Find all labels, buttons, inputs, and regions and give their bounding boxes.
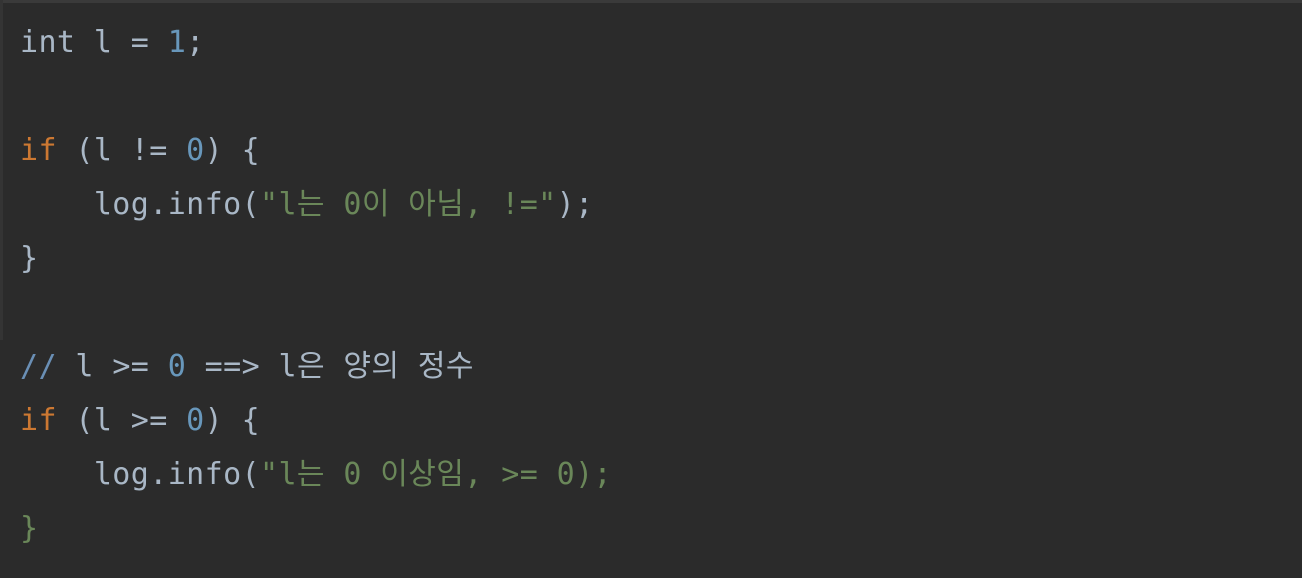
token-comment: //: [20, 349, 57, 384]
token-plain: ) {: [204, 403, 261, 438]
token-plain: (l >=: [56, 403, 187, 438]
token-number: 1: [167, 25, 187, 60]
token-string: "l는 0 이상임, >= 0);: [260, 457, 612, 492]
code-line-1[interactable]: int l = 1;: [20, 16, 1302, 70]
code-line-10[interactable]: }: [20, 502, 1302, 556]
token-plain: int l =: [20, 25, 168, 60]
token-keyword: if: [20, 133, 57, 168]
token-number: 0: [186, 133, 205, 168]
token-plain: log.info(: [20, 457, 260, 492]
code-line-7[interactable]: // l >= 0 ==> l은 양의 정수: [20, 340, 1302, 394]
code-line-8[interactable]: if (l >= 0) {: [20, 394, 1302, 448]
code-line-3[interactable]: if (l != 0) {: [20, 124, 1302, 178]
code-line-9[interactable]: log.info("l는 0 이상임, >= 0);: [20, 448, 1302, 502]
token-string: "l는 0이 아님, !=": [260, 187, 557, 222]
token-plain: ) {: [204, 133, 261, 168]
token-plain: }: [20, 241, 39, 276]
code-text-area[interactable]: int l = 1; if (l != 0) { log.info("l는 0이…: [20, 16, 1302, 578]
code-line-2[interactable]: [20, 70, 1302, 124]
code-line-6[interactable]: [20, 286, 1302, 340]
code-line-4[interactable]: log.info("l는 0이 아님, !=");: [20, 178, 1302, 232]
token-punct: ;: [186, 25, 205, 60]
token-string: }: [20, 511, 39, 546]
token-plain: (l !=: [56, 133, 187, 168]
code-line-5[interactable]: }: [20, 232, 1302, 286]
token-keyword: if: [20, 403, 57, 438]
token-number: 0: [186, 403, 205, 438]
token-plain: );: [556, 187, 594, 222]
token-plain: ==> l은 양의 정수: [186, 349, 474, 384]
code-editor-surface[interactable]: int l = 1; if (l != 0) { log.info("l는 0이…: [0, 0, 1302, 578]
token-plain: l >=: [56, 349, 168, 384]
token-number: 0: [167, 349, 187, 384]
token-plain: log.info(: [20, 187, 260, 222]
